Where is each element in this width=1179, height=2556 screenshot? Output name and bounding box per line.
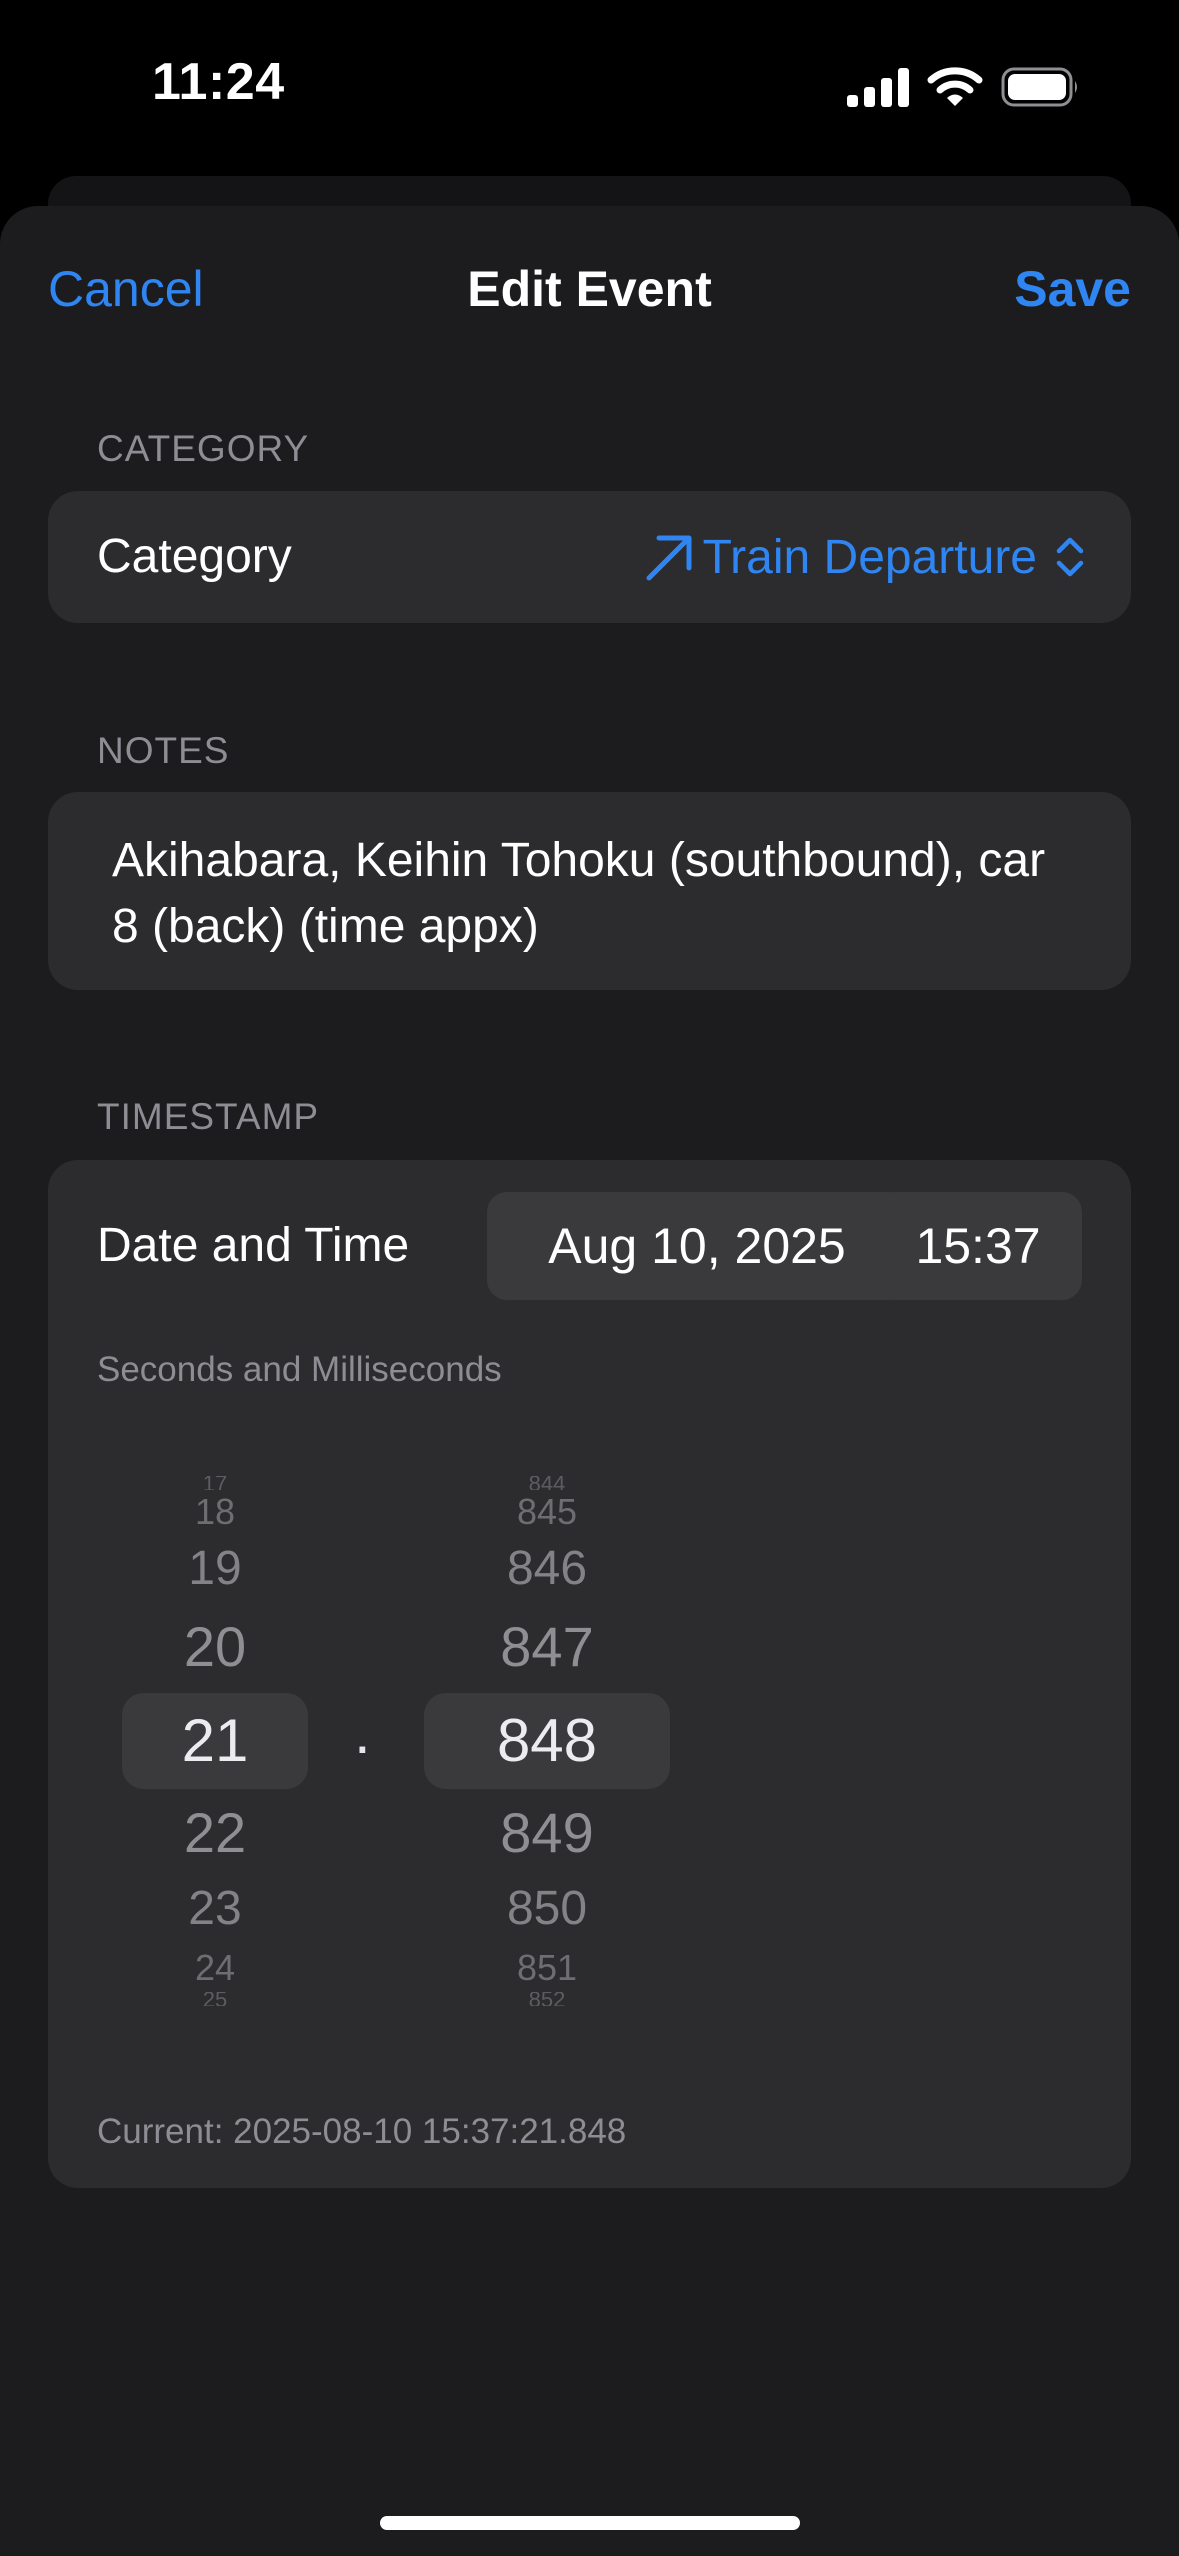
timestamp-card: Date and Time Aug 10, 2025 15:37 Seconds… — [48, 1160, 1131, 2188]
notes-section-header: NOTES — [97, 730, 230, 771]
milliseconds-wheel-item: 846 — [506, 1542, 588, 1595]
status-bar-time: 11:24 — [152, 53, 285, 111]
milliseconds-wheel-item: 845 — [516, 1491, 578, 1532]
category-value: Train Departure — [702, 530, 1037, 584]
category-section-header: CATEGORY — [97, 428, 310, 469]
cellular-signal-icon — [847, 68, 909, 107]
category-picker[interactable]: Train Departure — [643, 491, 1087, 623]
edit-event-screen: 11:24 Cancel Edit Event Save CATEGORY Ca… — [0, 0, 1179, 2556]
category-row-label: Category — [97, 530, 292, 583]
home-indicator[interactable] — [380, 2516, 800, 2530]
current-timestamp-text: Current: 2025-08-10 15:37:21.848 — [97, 2112, 627, 2151]
notes-card[interactable]: Akihabara, Keihin Tohoku (southbound), c… — [48, 792, 1131, 990]
milliseconds-wheel-item: 852 — [528, 1992, 566, 2006]
wifi-icon — [927, 67, 983, 106]
milliseconds-wheel[interactable]: 844 845 846 847 848 849 850 851 852 — [48, 1160, 1131, 2188]
milliseconds-wheel-item: 850 — [506, 1882, 588, 1935]
status-bar-icons — [847, 64, 1081, 110]
milliseconds-wheel-item: 851 — [516, 1947, 578, 1988]
battery-icon — [1001, 67, 1077, 107]
notes-text-field[interactable]: Akihabara, Keihin Tohoku (southbound), c… — [112, 828, 1072, 960]
category-card: Category Train Departure — [48, 491, 1131, 623]
chevron-up-down-icon — [1056, 537, 1084, 577]
milliseconds-wheel-item: 847 — [500, 1615, 594, 1678]
cancel-button[interactable]: Cancel — [48, 260, 204, 318]
timestamp-section-header: TIMESTAMP — [97, 1096, 320, 1137]
milliseconds-wheel-item: 844 — [528, 1476, 566, 1490]
milliseconds-wheel-selected-item: 848 — [496, 1707, 598, 1774]
save-button[interactable]: Save — [1014, 260, 1131, 318]
arrow-up-right-icon — [646, 535, 692, 581]
milliseconds-wheel-item: 849 — [500, 1801, 594, 1864]
